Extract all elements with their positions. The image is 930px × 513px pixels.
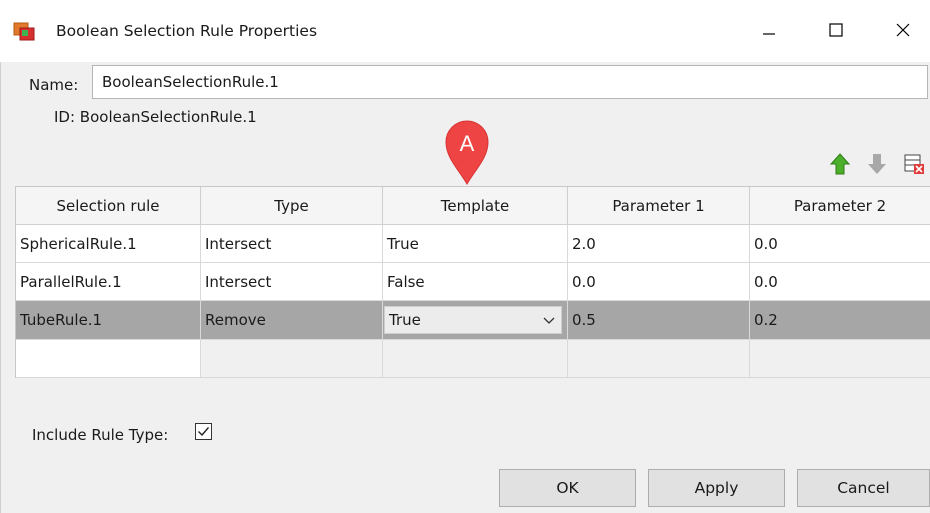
table-cell[interactable]: TubeRule.1 [16, 301, 201, 340]
table-cell[interactable]: 0.0 [750, 225, 930, 263]
minimize-button[interactable] [746, 10, 792, 50]
minimize-icon [763, 33, 775, 35]
table-cell[interactable]: ParallelRule.1 [16, 263, 201, 301]
table-cell[interactable] [201, 340, 383, 378]
table-cell[interactable]: 0.2 [750, 301, 930, 340]
apply-button[interactable]: Apply [648, 469, 785, 507]
table-cell[interactable]: Remove [201, 301, 383, 340]
title-bar: Boolean Selection Rule Properties [0, 0, 930, 62]
column-header-selection-rule[interactable]: Selection rule [16, 187, 201, 225]
table-cell[interactable]: 2.0 [568, 225, 750, 263]
table-cell[interactable]: 0.5 [568, 301, 750, 340]
ok-button[interactable]: OK [499, 469, 636, 507]
template-dropdown[interactable]: True [384, 306, 562, 334]
table-cell[interactable] [750, 340, 930, 378]
maximize-icon [829, 23, 843, 37]
app-icon [13, 22, 35, 41]
include-rule-type-label: Include Rule Type: [32, 426, 169, 444]
close-icon [896, 23, 910, 37]
column-header-type[interactable]: Type [201, 187, 383, 225]
table-cell[interactable] [16, 340, 201, 378]
close-button[interactable] [880, 10, 926, 50]
table-cell[interactable]: 0.0 [568, 263, 750, 301]
template-dropdown-value: True [389, 311, 421, 329]
callout-marker: A [445, 120, 489, 186]
table-row-selected[interactable]: TubeRule.1 Remove True 0.5 0.2 [16, 301, 930, 340]
table-row[interactable]: ParallelRule.1 Intersect False 0.0 0.0 [16, 263, 930, 301]
chevron-down-icon [543, 317, 555, 324]
table-row-empty[interactable] [16, 340, 930, 378]
table-cell[interactable]: False [383, 263, 568, 301]
table-cell[interactable]: Intersect [201, 263, 383, 301]
rules-table: Selection rule Type Template Parameter 1… [15, 186, 930, 378]
checkmark-icon [198, 427, 210, 437]
delete-row-icon[interactable] [903, 152, 925, 176]
column-header-parameter-2[interactable]: Parameter 2 [750, 187, 930, 225]
table-cell[interactable] [568, 340, 750, 378]
maximize-button[interactable] [813, 10, 859, 50]
name-input[interactable]: BooleanSelectionRule.1 [92, 65, 928, 99]
move-up-icon[interactable] [829, 152, 851, 176]
table-cell[interactable]: True [383, 225, 568, 263]
table-header: Selection rule Type Template Parameter 1… [16, 187, 930, 225]
table-cell[interactable]: Intersect [201, 225, 383, 263]
table-cell[interactable]: 0.0 [750, 263, 930, 301]
window-title: Boolean Selection Rule Properties [56, 22, 318, 40]
id-label: ID: BooleanSelectionRule.1 [54, 108, 257, 126]
column-header-parameter-1[interactable]: Parameter 1 [568, 187, 750, 225]
table-cell[interactable] [383, 340, 568, 378]
table-cell[interactable]: SphericalRule.1 [16, 225, 201, 263]
callout-letter: A [460, 131, 475, 156]
template-cell-editor: True [383, 301, 568, 340]
move-down-icon[interactable] [866, 152, 888, 176]
include-rule-type-checkbox[interactable] [195, 423, 212, 440]
cancel-button[interactable]: Cancel [797, 469, 930, 507]
column-header-template[interactable]: Template [383, 187, 568, 225]
name-label: Name: [29, 76, 79, 94]
table-row[interactable]: SphericalRule.1 Intersect True 2.0 0.0 [16, 225, 930, 263]
